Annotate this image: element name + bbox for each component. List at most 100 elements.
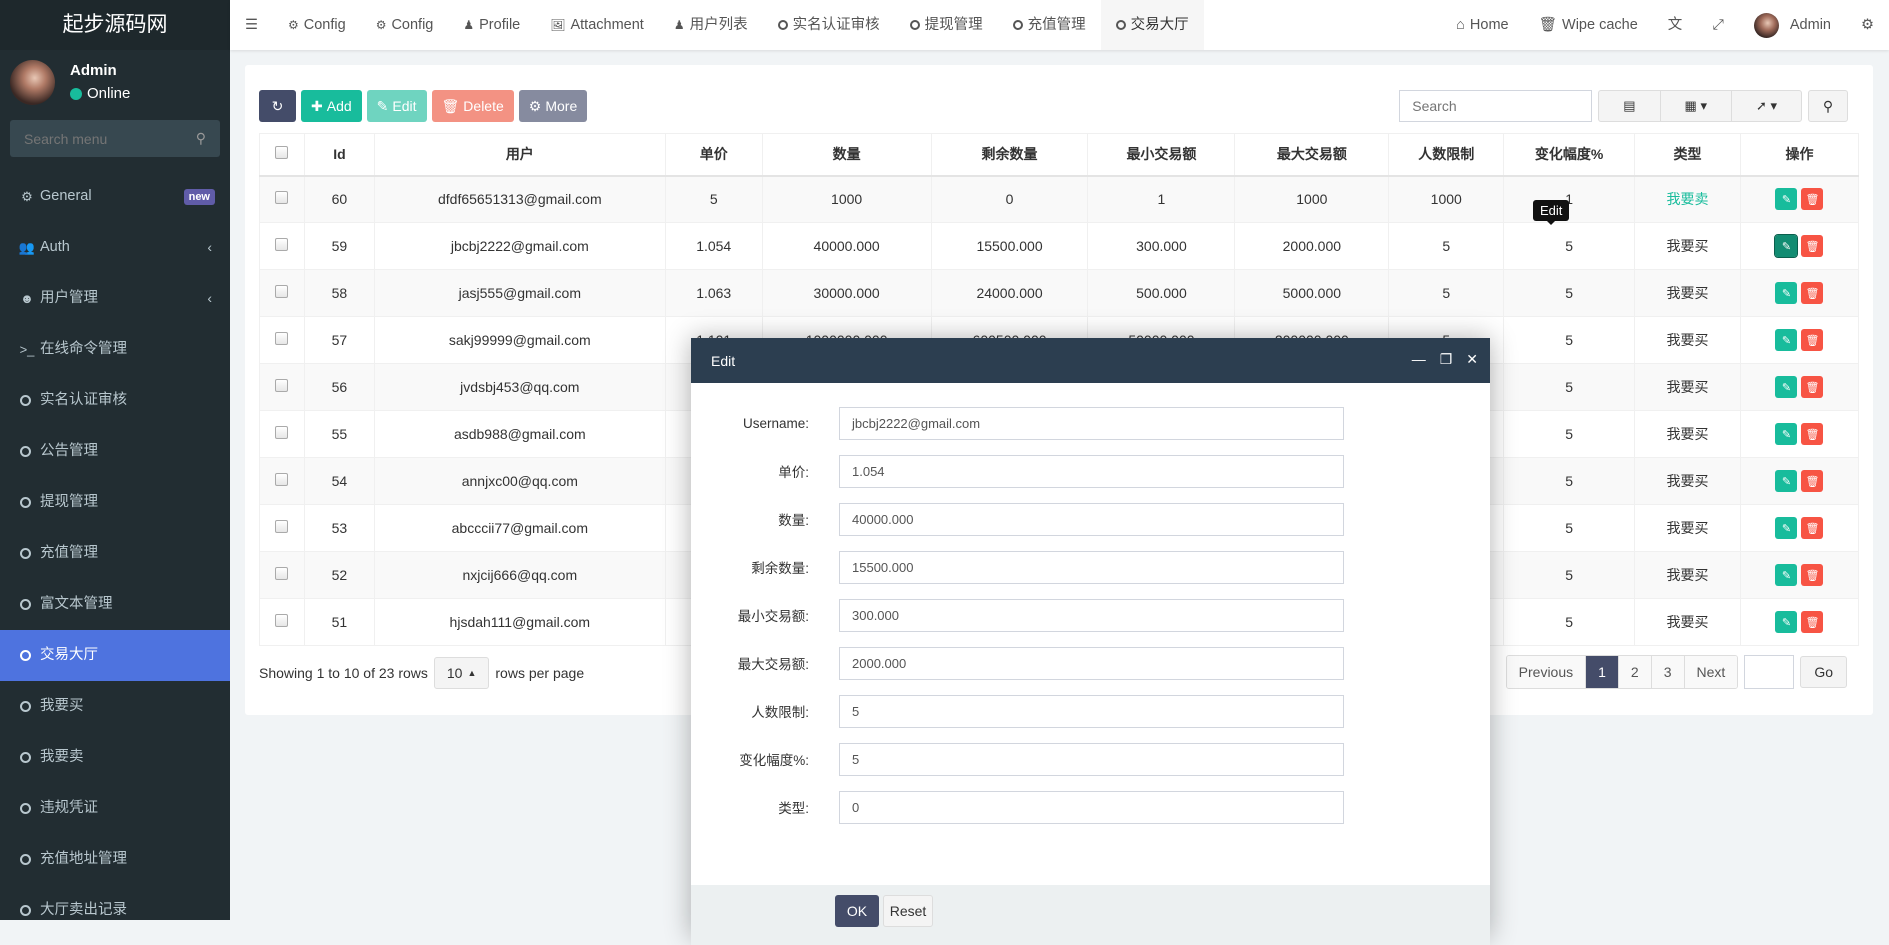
settings-button[interactable]: ⚙ bbox=[1846, 0, 1889, 50]
nav-tab-4[interactable]: ♟ 用户列表 bbox=[659, 0, 763, 50]
column-header[interactable]: 用户 bbox=[373, 133, 666, 177]
field-input[interactable]: 40000.000 bbox=[839, 502, 1344, 536]
sidebar-item-12[interactable]: 违规凭证 bbox=[0, 783, 230, 834]
nav-tab-5[interactable]: 实名认证审核 bbox=[763, 0, 895, 50]
sidebar-item-10[interactable]: 我要买 bbox=[0, 681, 230, 732]
row-checkbox[interactable] bbox=[275, 379, 289, 392]
sidebar-item-0[interactable]: ⚙ General new bbox=[0, 171, 230, 222]
fullscreen-button[interactable]: ⤢ bbox=[1697, 0, 1739, 50]
language-button[interactable]: 文 bbox=[1653, 0, 1698, 50]
card-view-button[interactable]: ▤ bbox=[1599, 91, 1661, 121]
export-button[interactable]: ➚ ▾ bbox=[1732, 91, 1801, 121]
previous-page-button[interactable]: Previous bbox=[1506, 656, 1587, 688]
select-all-checkbox[interactable] bbox=[275, 146, 289, 160]
field-input[interactable]: jbcbj2222@gmail.com bbox=[839, 406, 1344, 440]
row-edit-button[interactable]: ✎ bbox=[1775, 329, 1798, 351]
sidebar-item-6[interactable]: 提现管理 bbox=[0, 477, 230, 528]
row-checkbox[interactable] bbox=[275, 191, 289, 205]
page-2-button[interactable]: 2 bbox=[1618, 656, 1652, 688]
column-header[interactable]: 最大交易额 bbox=[1234, 133, 1390, 177]
nav-tab-6[interactable]: 提现管理 bbox=[895, 0, 998, 50]
sidebar-item-7[interactable]: 充值管理 bbox=[0, 528, 230, 579]
table-row[interactable]: 60 dfdf65651313@gmail.com 5 1000 0 1 1000 1000 1… bbox=[259, 175, 1860, 223]
row-delete-button[interactable]: 🗑 bbox=[1801, 329, 1824, 351]
field-input[interactable]: 0 bbox=[839, 790, 1344, 824]
page-3-button[interactable]: 3 bbox=[1651, 656, 1685, 688]
row-edit-button[interactable]: ✎ bbox=[1775, 611, 1798, 633]
row-edit-button[interactable]: ✎ bbox=[1775, 282, 1798, 304]
field-input[interactable]: 300.000 bbox=[839, 598, 1344, 632]
row-checkbox[interactable] bbox=[275, 520, 289, 533]
table-search-input[interactable] bbox=[1399, 90, 1593, 122]
sidebar-item-3[interactable]: >_ 在线命令管理 bbox=[0, 324, 230, 375]
row-checkbox[interactable] bbox=[275, 567, 289, 580]
row-delete-button[interactable]: 🗑 bbox=[1801, 376, 1824, 398]
column-header[interactable]: 操作 bbox=[1739, 133, 1860, 177]
row-edit-button[interactable]: ✎ bbox=[1775, 564, 1798, 586]
column-header[interactable]: 最小交易额 bbox=[1087, 133, 1236, 177]
row-delete-button[interactable]: 🗑 bbox=[1801, 564, 1824, 586]
nav-tab-1[interactable]: ⚙ Config bbox=[361, 0, 449, 50]
row-edit-button[interactable]: ✎ bbox=[1775, 423, 1798, 445]
row-delete-button[interactable]: 🗑 bbox=[1801, 611, 1824, 633]
sidebar-item-14[interactable]: 大厅卖出记录 bbox=[0, 885, 230, 936]
columns-button[interactable]: ▦ ▾ bbox=[1661, 91, 1732, 121]
app-logo[interactable]: 起步源码网 bbox=[0, 0, 230, 50]
page-size-dropdown[interactable]: 10 ▲ bbox=[433, 657, 490, 689]
close-icon[interactable]: ✕ bbox=[1466, 351, 1478, 368]
row-edit-button[interactable]: ✎ bbox=[1775, 188, 1798, 211]
field-input[interactable]: 1.054 bbox=[839, 454, 1344, 488]
row-delete-button[interactable]: 🗑 bbox=[1801, 188, 1824, 211]
nav-tab-3[interactable]: 🖼 Attachment bbox=[535, 0, 659, 50]
sidebar-toggle[interactable]: ☰ bbox=[230, 0, 273, 50]
row-edit-button[interactable]: ✎ bbox=[1775, 376, 1798, 398]
home-link[interactable]: ⌂ Home bbox=[1441, 0, 1523, 50]
field-input[interactable]: 15500.000 bbox=[839, 550, 1344, 584]
sidebar-item-2[interactable]: ☻ 用户管理 ‹ bbox=[0, 273, 230, 324]
reset-button[interactable]: Reset bbox=[883, 895, 933, 927]
goto-page-input[interactable] bbox=[1744, 655, 1795, 689]
row-checkbox[interactable] bbox=[275, 238, 289, 251]
sidebar-item-11[interactable]: 我要卖 bbox=[0, 732, 230, 783]
column-header[interactable]: 剩余数量 bbox=[930, 133, 1089, 177]
row-delete-button[interactable]: 🗑 bbox=[1801, 517, 1824, 539]
row-checkbox[interactable] bbox=[275, 426, 289, 439]
refresh-button[interactable]: ↻ bbox=[259, 90, 296, 122]
next-page-button[interactable]: Next bbox=[1684, 656, 1738, 688]
sidebar-item-9[interactable]: 交易大厅 bbox=[0, 630, 230, 681]
add-button[interactable]: ✚ Add bbox=[301, 90, 362, 122]
row-delete-button[interactable]: 🗑 bbox=[1801, 423, 1824, 445]
row-checkbox[interactable] bbox=[275, 332, 289, 345]
go-button[interactable]: Go bbox=[1800, 656, 1847, 688]
minimize-icon[interactable]: — bbox=[1412, 351, 1426, 368]
search-icon[interactable]: ⚲ bbox=[196, 130, 206, 147]
admin-menu[interactable]: Admin bbox=[1739, 0, 1846, 50]
row-checkbox[interactable] bbox=[275, 285, 289, 298]
row-delete-button[interactable]: 🗑 bbox=[1801, 235, 1824, 257]
column-header[interactable]: 单价 bbox=[664, 133, 763, 177]
table-row[interactable]: 59 jbcbj2222@gmail.com 1.054 40000.000 15500… bbox=[259, 222, 1860, 270]
sidebar-item-4[interactable]: 实名认证审核 bbox=[0, 375, 230, 426]
dialog-header[interactable]: Edit — ❐ ✕ bbox=[691, 338, 1490, 383]
nav-tab-0[interactable]: ⚙ Config bbox=[273, 0, 361, 50]
ok-button[interactable]: OK bbox=[835, 895, 879, 927]
nav-tab-8[interactable]: 交易大厅 bbox=[1100, 0, 1204, 50]
row-checkbox[interactable] bbox=[275, 473, 289, 486]
more-button[interactable]: ⚙ More bbox=[518, 90, 588, 122]
nav-tab-2[interactable]: ♟ Profile bbox=[448, 0, 535, 50]
sidebar-item-13[interactable]: 充值地址管理 bbox=[0, 834, 230, 885]
page-1-button[interactable]: 1 bbox=[1586, 656, 1619, 688]
row-edit-button[interactable]: ✎ bbox=[1775, 470, 1798, 492]
table-row[interactable]: 58 jasj555@gmail.com 1.063 30000.000 24000.0… bbox=[259, 269, 1860, 317]
column-header[interactable]: Id bbox=[303, 133, 375, 177]
maximize-icon[interactable]: ❐ bbox=[1440, 351, 1453, 368]
advanced-search-button[interactable]: ⚲ bbox=[1808, 90, 1848, 122]
edit-button[interactable]: ✎ Edit bbox=[366, 90, 427, 122]
row-checkbox[interactable] bbox=[275, 614, 289, 627]
menu-search-input[interactable] bbox=[10, 120, 220, 157]
delete-button[interactable]: 🗑 Delete bbox=[431, 90, 514, 122]
nav-tab-7[interactable]: 充值管理 bbox=[998, 0, 1101, 50]
sidebar-item-5[interactable]: 公告管理 bbox=[0, 426, 230, 477]
column-header[interactable]: 变化幅度% bbox=[1503, 133, 1636, 177]
sidebar-item-1[interactable]: 👥 Auth ‹ bbox=[0, 222, 230, 273]
